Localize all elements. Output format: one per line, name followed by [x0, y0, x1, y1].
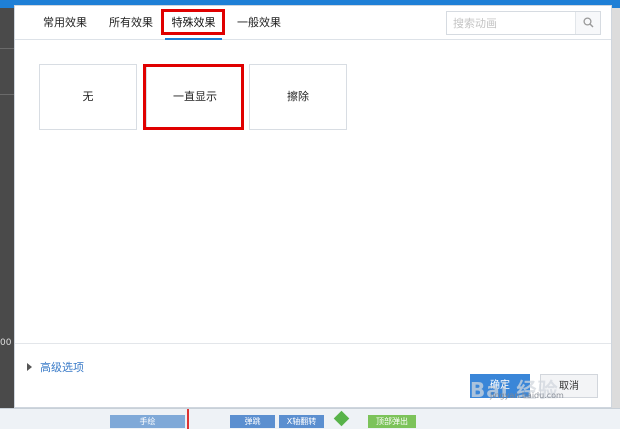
effect-none[interactable]: 无 — [39, 64, 137, 130]
timeline-playhead[interactable] — [187, 409, 189, 429]
tab-general-effects[interactable]: 一般效果 — [237, 6, 281, 40]
caret-right-icon — [27, 363, 32, 371]
divider — [0, 48, 14, 49]
active-tab-indicator — [165, 38, 222, 40]
effect-tabs: 常用效果 所有效果 特殊效果 一般效果 — [15, 6, 611, 40]
timeline-block[interactable]: 弹跳 — [230, 415, 275, 428]
timeline-block[interactable]: X轴翻转 — [279, 415, 324, 428]
search-icon — [583, 17, 594, 28]
animation-dialog: 常用效果 所有效果 特殊效果 一般效果 无 一直显示 擦除 高级选项 — [14, 5, 612, 408]
app-right-panel — [612, 8, 620, 408]
tab-special-effects[interactable]: 特殊效果 — [165, 6, 222, 40]
advanced-options-toggle[interactable]: 高级选项 — [27, 360, 84, 376]
timeline-block[interactable]: 手绘 — [110, 415, 185, 428]
cancel-button[interactable]: 取消 — [540, 374, 598, 398]
timeline-block[interactable]: 顶部弹出 — [368, 415, 416, 428]
tab-label: 特殊效果 — [171, 16, 216, 29]
effect-wipe[interactable]: 擦除 — [249, 64, 347, 130]
search-input[interactable] — [447, 12, 575, 34]
tab-all-effects[interactable]: 所有效果 — [109, 6, 153, 40]
search-button[interactable] — [575, 12, 600, 34]
keyframe-icon[interactable] — [333, 410, 350, 427]
effect-always-show[interactable]: 一直显示 — [146, 64, 244, 130]
timeline-bar: 手绘 弹跳 X轴翻转 顶部弹出 — [0, 408, 620, 429]
ok-button[interactable]: 确定 — [470, 374, 530, 398]
search-box — [446, 11, 601, 35]
divider — [0, 94, 14, 95]
advanced-options-label: 高级选项 — [40, 361, 84, 374]
app-left-panel: 00 — [0, 8, 14, 408]
tab-common-effects[interactable]: 常用效果 — [43, 6, 87, 40]
ruler-number: 00 — [0, 338, 12, 348]
